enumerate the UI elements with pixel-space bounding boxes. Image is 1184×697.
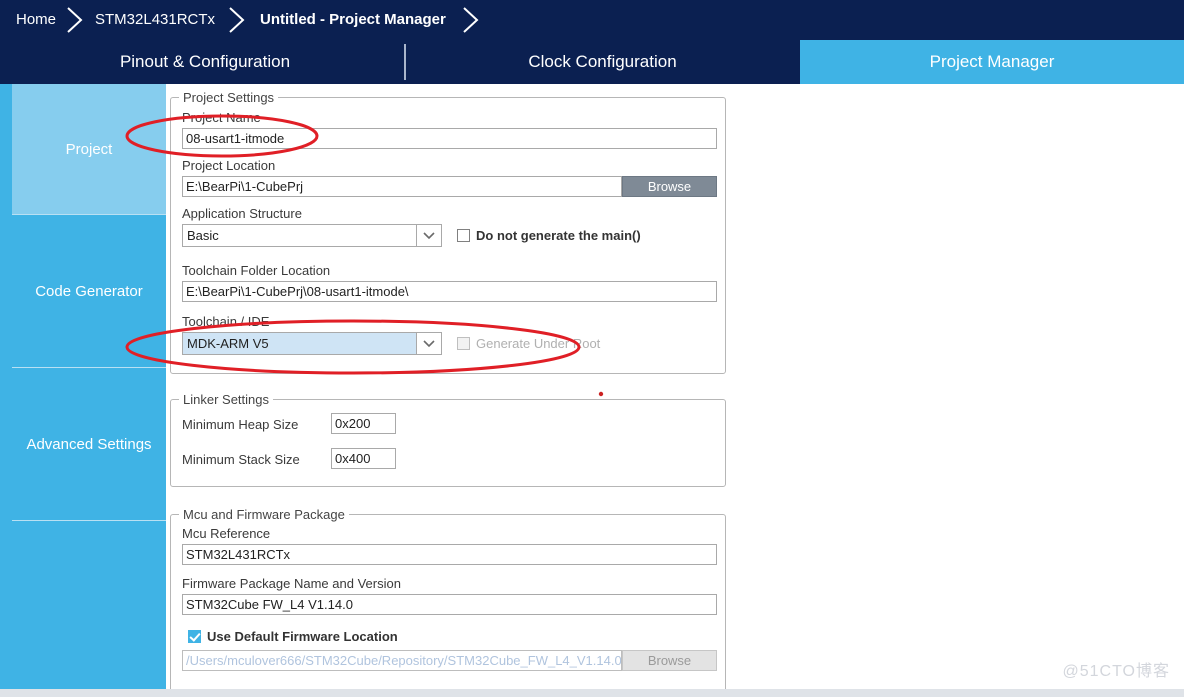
do-not-generate-main-checkbox[interactable] — [457, 229, 470, 242]
sidebar-item-label: Project — [65, 140, 113, 158]
toolchain-ide-select[interactable]: MDK-ARM V5 — [182, 332, 442, 355]
do-not-generate-main-label: Do not generate the main() — [476, 228, 641, 243]
tab-clock-configuration[interactable]: Clock Configuration — [410, 40, 795, 84]
firmware-location-input: /Users/mculover666/STM32Cube/Repository/… — [182, 650, 622, 671]
sidebar-item-code-generator[interactable]: Code Generator — [12, 215, 166, 367]
toolchain-ide-value: MDK-ARM V5 — [187, 336, 269, 351]
project-settings-group: Project Settings Project Name 08-usart1-… — [170, 90, 726, 374]
breadcrumb-bar: Home STM32L431RCTx Untitled - Project Ma… — [0, 0, 1184, 40]
tab-separator — [404, 44, 406, 80]
sidebar: Project Code Generator Advanced Settings — [0, 84, 166, 689]
generate-under-root-checkbox-row: Generate Under Root — [457, 336, 600, 351]
linker-settings-group-title: Linker Settings — [179, 392, 273, 407]
toolchain-folder-input[interactable]: E:\BearPi\1-CubePrj\08-usart1-itmode\ — [182, 281, 717, 302]
toolchain-ide-label: Toolchain / IDE — [182, 314, 270, 329]
do-not-generate-main-checkbox-row[interactable]: Do not generate the main() — [457, 228, 641, 243]
breadcrumb-item-current[interactable]: Untitled - Project Manager — [260, 0, 446, 40]
minimum-stack-size-input[interactable]: 0x400 — [331, 448, 396, 469]
firmware-package-input[interactable]: STM32Cube FW_L4 V1.14.0 — [182, 594, 717, 615]
project-manager-content: Project Settings Project Name 08-usart1-… — [166, 84, 1184, 694]
mcu-firmware-group: Mcu and Firmware Package Mcu Reference S… — [170, 507, 726, 694]
chevron-down-icon — [416, 225, 441, 246]
main-tabbar: Pinout & Configuration Clock Configurati… — [0, 40, 1184, 84]
application-structure-label: Application Structure — [182, 206, 302, 221]
bottom-strip — [0, 689, 1184, 697]
use-default-firmware-location-label: Use Default Firmware Location — [207, 629, 398, 644]
chevron-right-icon — [456, 5, 486, 35]
generate-under-root-checkbox — [457, 337, 470, 350]
toolchain-folder-label: Toolchain Folder Location — [182, 263, 331, 278]
use-default-firmware-location-checkbox[interactable] — [188, 630, 201, 643]
mcu-firmware-group-title: Mcu and Firmware Package — [179, 507, 349, 522]
chevron-down-icon — [416, 333, 441, 354]
generate-under-root-label: Generate Under Root — [476, 336, 601, 351]
project-location-input[interactable]: E:\BearPi\1-CubePrj — [182, 176, 622, 197]
sidebar-item-label: Advanced Settings — [26, 435, 152, 453]
project-location-label: Project Location — [182, 158, 276, 173]
chevron-right-icon — [60, 5, 90, 35]
application-structure-select[interactable]: Basic — [182, 224, 442, 247]
sidebar-item-project[interactable]: Project — [12, 84, 166, 214]
mcu-reference-label: Mcu Reference — [182, 526, 271, 541]
tab-pinout-configuration[interactable]: Pinout & Configuration — [10, 40, 400, 84]
watermark: @51CTO博客 — [1062, 663, 1170, 680]
minimum-heap-size-label: Minimum Heap Size — [182, 417, 299, 432]
project-name-input[interactable]: 08-usart1-itmode — [182, 128, 717, 149]
mcu-reference-input[interactable]: STM32L431RCTx — [182, 544, 717, 565]
minimum-heap-size-input[interactable]: 0x200 — [331, 413, 396, 434]
project-location-browse-button[interactable]: Browse — [622, 176, 717, 197]
firmware-location-browse-button: Browse — [622, 650, 717, 671]
project-name-label: Project Name — [182, 110, 261, 125]
use-default-firmware-location-row[interactable]: Use Default Firmware Location — [188, 629, 398, 644]
tab-project-manager[interactable]: Project Manager — [800, 40, 1184, 84]
project-settings-group-title: Project Settings — [179, 90, 279, 105]
firmware-package-label: Firmware Package Name and Version — [182, 576, 401, 591]
breadcrumb-item-mcu[interactable]: STM32L431RCTx — [95, 0, 215, 40]
breadcrumb-item-home[interactable]: Home — [16, 0, 56, 40]
sidebar-item-empty[interactable] — [12, 521, 166, 689]
minimum-stack-size-label: Minimum Stack Size — [182, 452, 300, 467]
application-structure-value: Basic — [187, 228, 219, 243]
sidebar-item-label: Code Generator — [35, 282, 143, 300]
sidebar-item-advanced-settings[interactable]: Advanced Settings — [12, 368, 166, 520]
chevron-right-icon — [222, 5, 252, 35]
linker-settings-group: Linker Settings Minimum Heap Size 0x200 … — [170, 392, 726, 487]
